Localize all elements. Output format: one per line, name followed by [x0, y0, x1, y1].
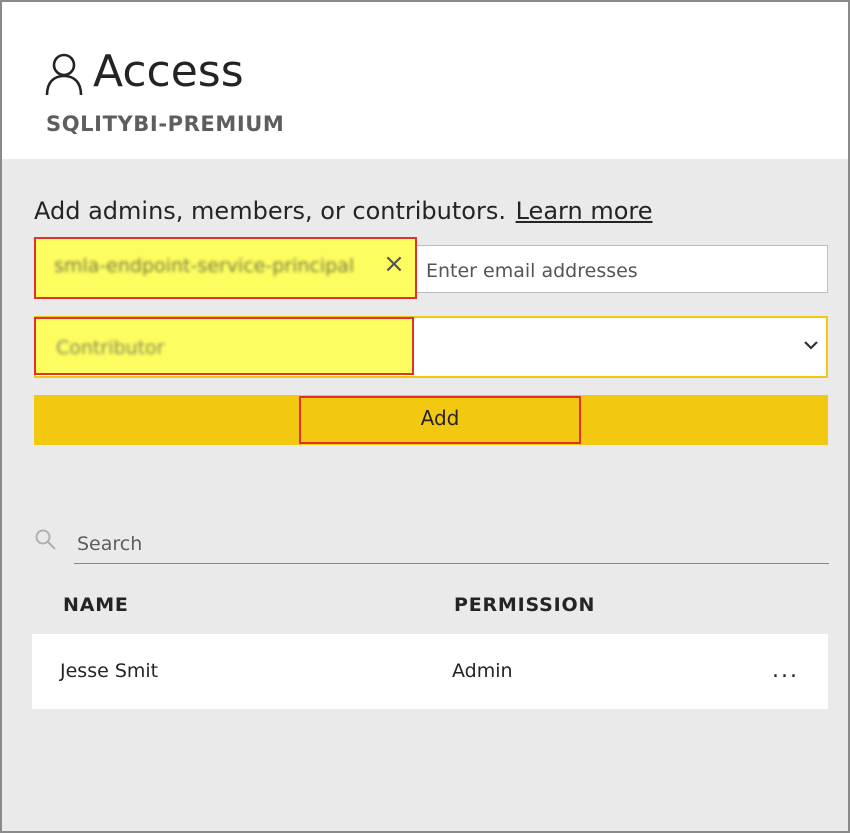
page-title: Access — [93, 46, 244, 97]
more-options-icon[interactable]: ... — [772, 658, 799, 683]
search-input[interactable] — [74, 524, 829, 564]
recipient-chip-label: smla-endpoint-service-principal — [54, 255, 355, 277]
intro-text: Add admins, members, or contributors. Le… — [34, 197, 652, 225]
remove-recipient-icon[interactable]: × — [380, 250, 408, 278]
workspace-name: SQLITYBI-PREMIUM — [46, 112, 285, 136]
column-header-name[interactable]: NAME — [63, 594, 129, 616]
chevron-down-icon[interactable] — [802, 338, 820, 352]
role-selected-value: Contributor — [34, 317, 414, 375]
person-icon — [45, 53, 83, 96]
recipient-chip: smla-endpoint-service-principal × — [34, 237, 417, 299]
add-button[interactable] — [34, 395, 828, 445]
intro-label: Add admins, members, or contributors. — [34, 197, 506, 225]
member-permission: Admin — [452, 660, 513, 682]
table-row[interactable]: Jesse Smit Admin ... — [32, 634, 828, 709]
learn-more-link[interactable]: Learn more — [516, 197, 653, 225]
search-icon — [35, 529, 56, 550]
email-input[interactable] — [424, 254, 824, 288]
panel-header: Access SQLITYBI-PREMIUM — [2, 2, 848, 159]
role-label: Contributor — [56, 337, 165, 359]
access-panel: Access SQLITYBI-PREMIUM Add admins, memb… — [0, 0, 850, 833]
column-header-permission[interactable]: PERMISSION — [454, 594, 595, 616]
member-name: Jesse Smit — [60, 660, 159, 682]
